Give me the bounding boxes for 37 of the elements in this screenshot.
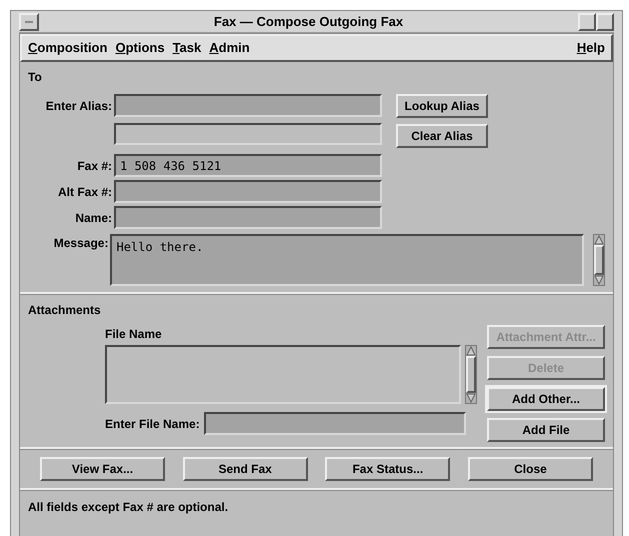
- message-field[interactable]: Hello there.: [110, 234, 584, 286]
- menu-item[interactable]: Composition: [28, 38, 108, 58]
- action-button[interactable]: View Fax...: [40, 457, 165, 481]
- menu-item[interactable]: Help: [576, 38, 605, 58]
- action-button[interactable]: Send Fax: [182, 457, 308, 481]
- action-button[interactable]: Close: [468, 457, 593, 481]
- section-heading: To: [28, 69, 43, 86]
- column-heading: File Name: [105, 326, 163, 343]
- field-label: Enter Alias:: [44, 98, 112, 114]
- scrollbar[interactable]: [593, 234, 605, 286]
- motif-button[interactable]: Lookup Alias: [396, 94, 488, 118]
- window-menu-button[interactable]: [19, 12, 39, 30]
- alias-list[interactable]: [114, 123, 382, 145]
- file-list[interactable]: [105, 345, 461, 404]
- field-label: Message:: [52, 235, 108, 252]
- motif-button[interactable]: Add File: [487, 418, 605, 442]
- maximize-button[interactable]: [596, 12, 614, 30]
- input-field[interactable]: [204, 412, 466, 435]
- input-field[interactable]: [114, 94, 382, 117]
- field-label: Alt Fax #:: [56, 184, 112, 200]
- status-text: All fields except Fax # are optional.: [28, 500, 228, 514]
- section-heading: Attachments: [28, 302, 102, 319]
- scrollbar[interactable]: [465, 345, 477, 404]
- menu-item[interactable]: Admin: [209, 38, 250, 58]
- field-label: Enter File Name:: [105, 416, 200, 432]
- menu-item[interactable]: Task: [172, 38, 202, 58]
- minimize-button[interactable]: [578, 12, 596, 30]
- field-label: Name:: [74, 210, 112, 226]
- action-button[interactable]: Fax Status...: [325, 457, 450, 481]
- motif-button[interactable]: Clear Alias: [396, 124, 488, 148]
- field-label: Fax #:: [76, 158, 112, 174]
- input-field[interactable]: 1 508 436 5121: [114, 154, 382, 177]
- menu-item[interactable]: Options: [115, 38, 165, 58]
- window-title: Fax — Compose Outgoing Fax: [212, 12, 404, 31]
- input-field[interactable]: [114, 180, 382, 203]
- input-field[interactable]: [114, 206, 382, 229]
- motif-button[interactable]: Add Other...: [487, 387, 605, 411]
